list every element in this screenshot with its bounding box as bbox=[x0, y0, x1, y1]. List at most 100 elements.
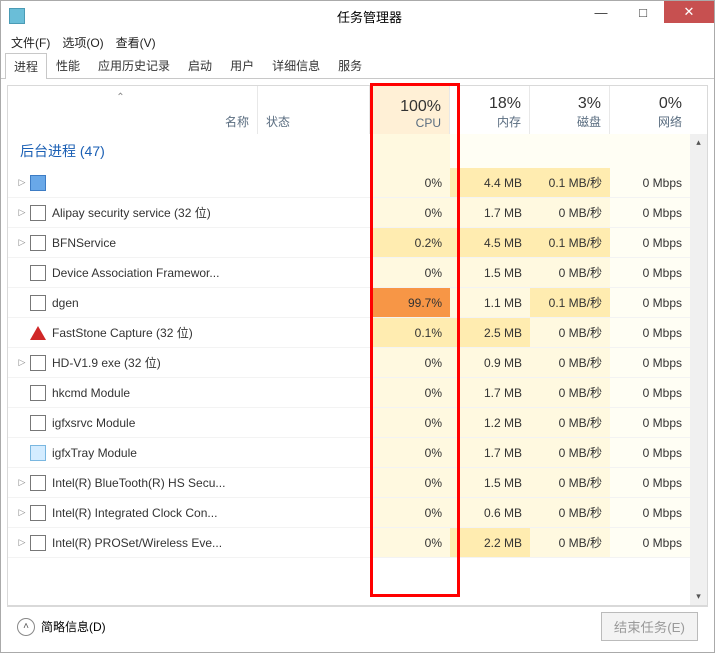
table-row[interactable]: Device Association Framewor...0%1.5 MB0 … bbox=[8, 258, 707, 288]
expand-icon[interactable]: ▷ bbox=[16, 477, 28, 488]
tab-app-history[interactable]: 应用历史记录 bbox=[89, 52, 179, 78]
cell-status bbox=[258, 258, 370, 288]
cell-status bbox=[258, 168, 370, 198]
process-icon bbox=[30, 265, 46, 281]
rows-body[interactable]: 后台进程 (47) ▷0%4.4 MB0.1 MB/秒0 Mbps▷Alipay… bbox=[8, 134, 707, 605]
cell-network: 0 Mbps bbox=[610, 438, 690, 468]
minimize-button[interactable]: — bbox=[580, 1, 622, 23]
process-name: hkcmd Module bbox=[52, 386, 130, 400]
process-icon bbox=[30, 355, 46, 371]
group-row[interactable]: 后台进程 (47) bbox=[8, 134, 707, 168]
cell-status bbox=[258, 408, 370, 438]
table-row[interactable]: ▷0%4.4 MB0.1 MB/秒0 Mbps bbox=[8, 168, 707, 198]
cell-status bbox=[258, 438, 370, 468]
disk-label: 磁盘 bbox=[538, 113, 601, 130]
col-memory[interactable]: 18% 内存 bbox=[450, 86, 530, 134]
col-status[interactable]: 状态 bbox=[258, 86, 370, 134]
tab-performance[interactable]: 性能 bbox=[47, 52, 89, 78]
expand-icon[interactable]: ▷ bbox=[16, 357, 28, 368]
process-icon bbox=[30, 415, 46, 431]
expand-icon[interactable]: ▷ bbox=[16, 207, 28, 218]
cell-network: 0 Mbps bbox=[610, 318, 690, 348]
col-disk[interactable]: 3% 磁盘 bbox=[530, 86, 610, 134]
cell-network: 0 Mbps bbox=[610, 528, 690, 558]
process-name: igfxTray Module bbox=[52, 446, 137, 460]
process-name: dgen bbox=[52, 296, 79, 310]
mem-pct: 18% bbox=[458, 95, 521, 113]
table-row[interactable]: dgen99.7%1.1 MB0.1 MB/秒0 Mbps bbox=[8, 288, 707, 318]
process-name: Intel(R) BlueTooth(R) HS Secu... bbox=[52, 476, 225, 490]
scroll-up-icon[interactable]: ▴ bbox=[690, 134, 707, 151]
disk-pct: 3% bbox=[538, 95, 601, 113]
col-name[interactable]: ⌃ 名称 bbox=[8, 86, 258, 134]
maximize-button[interactable]: □ bbox=[622, 1, 664, 23]
menu-view[interactable]: 查看(V) bbox=[112, 34, 160, 51]
table-row[interactable]: FastStone Capture (32 位)0.1%2.5 MB0 MB/秒… bbox=[8, 318, 707, 348]
mem-label: 内存 bbox=[458, 113, 521, 130]
scroll-down-icon[interactable]: ▾ bbox=[690, 588, 707, 605]
cell-name: Device Association Framewor... bbox=[8, 258, 258, 288]
table-row[interactable]: igfxsrvc Module0%1.2 MB0 MB/秒0 Mbps bbox=[8, 408, 707, 438]
table-row[interactable]: ▷HD-V1.9 exe (32 位)0%0.9 MB0 MB/秒0 Mbps bbox=[8, 348, 707, 378]
cell-disk: 0 MB/秒 bbox=[530, 258, 610, 288]
cell-name: igfxsrvc Module bbox=[8, 408, 258, 438]
chevron-up-icon: ˄ bbox=[17, 618, 35, 636]
cpu-pct: 100% bbox=[378, 98, 441, 116]
table-row[interactable]: igfxTray Module0%1.7 MB0 MB/秒0 Mbps bbox=[8, 438, 707, 468]
cell-network: 0 Mbps bbox=[610, 258, 690, 288]
tabbar: 进程 性能 应用历史记录 启动 用户 详细信息 服务 bbox=[1, 53, 714, 79]
cell-network: 0 Mbps bbox=[610, 288, 690, 318]
process-grid: ⌃ 名称 状态 100% CPU 18% 内存 3% 磁盘 bbox=[7, 85, 708, 606]
tab-startup[interactable]: 启动 bbox=[179, 52, 221, 78]
table-row[interactable]: ▷BFNService0.2%4.5 MB0.1 MB/秒0 Mbps bbox=[8, 228, 707, 258]
col-network[interactable]: 0% 网络 bbox=[610, 86, 690, 134]
cell-memory: 0.9 MB bbox=[450, 348, 530, 378]
cell-status bbox=[258, 528, 370, 558]
cell-network: 0 Mbps bbox=[610, 468, 690, 498]
cell-disk: 0 MB/秒 bbox=[530, 198, 610, 228]
table-row[interactable]: ▷Intel(R) BlueTooth(R) HS Secu...0%1.5 M… bbox=[8, 468, 707, 498]
column-headers: ⌃ 名称 状态 100% CPU 18% 内存 3% 磁盘 bbox=[8, 86, 707, 134]
process-name: Alipay security service (32 位) bbox=[52, 204, 211, 221]
table-row[interactable]: ▷Alipay security service (32 位)0%1.7 MB0… bbox=[8, 198, 707, 228]
col-status-label: 状态 bbox=[266, 113, 361, 130]
expand-icon[interactable]: ▷ bbox=[16, 177, 28, 188]
fewer-details-button[interactable]: ˄ 简略信息(D) bbox=[17, 618, 106, 636]
cell-name: ▷HD-V1.9 exe (32 位) bbox=[8, 348, 258, 378]
menu-options[interactable]: 选项(O) bbox=[58, 34, 107, 51]
process-icon bbox=[30, 475, 46, 491]
table-row[interactable]: ▷Intel(R) PROSet/Wireless Eve...0%2.2 MB… bbox=[8, 528, 707, 558]
cell-cpu: 0% bbox=[370, 258, 450, 288]
cell-network: 0 Mbps bbox=[610, 198, 690, 228]
titlebar[interactable]: 任务管理器 — □ ✕ bbox=[1, 1, 714, 31]
cell-disk: 0 MB/秒 bbox=[530, 318, 610, 348]
process-icon bbox=[30, 175, 46, 191]
cell-disk: 0 MB/秒 bbox=[530, 378, 610, 408]
col-cpu[interactable]: 100% CPU bbox=[370, 86, 450, 134]
process-icon bbox=[30, 445, 46, 461]
tab-details[interactable]: 详细信息 bbox=[263, 52, 329, 78]
cell-cpu: 0% bbox=[370, 168, 450, 198]
cell-network: 0 Mbps bbox=[610, 408, 690, 438]
tab-processes[interactable]: 进程 bbox=[5, 53, 47, 79]
fewer-details-label: 简略信息(D) bbox=[41, 618, 106, 635]
menubar: 文件(F) 选项(O) 查看(V) bbox=[1, 31, 714, 53]
cell-name: FastStone Capture (32 位) bbox=[8, 318, 258, 348]
tab-users[interactable]: 用户 bbox=[221, 52, 263, 78]
process-icon bbox=[30, 325, 46, 341]
cell-memory: 1.5 MB bbox=[450, 258, 530, 288]
menu-file[interactable]: 文件(F) bbox=[7, 34, 54, 51]
cell-cpu: 0% bbox=[370, 498, 450, 528]
table-row[interactable]: ▷Intel(R) Integrated Clock Con...0%0.6 M… bbox=[8, 498, 707, 528]
cell-memory: 2.5 MB bbox=[450, 318, 530, 348]
expand-icon[interactable]: ▷ bbox=[16, 537, 28, 548]
table-row[interactable]: hkcmd Module0%1.7 MB0 MB/秒0 Mbps bbox=[8, 378, 707, 408]
scrollbar[interactable]: ▴ ▾ bbox=[690, 134, 707, 605]
tab-services[interactable]: 服务 bbox=[329, 52, 371, 78]
process-name: igfxsrvc Module bbox=[52, 416, 135, 430]
end-task-button[interactable]: 结束任务(E) bbox=[601, 612, 698, 641]
close-button[interactable]: ✕ bbox=[664, 1, 714, 23]
cell-memory: 0.6 MB bbox=[450, 498, 530, 528]
expand-icon[interactable]: ▷ bbox=[16, 237, 28, 248]
expand-icon[interactable]: ▷ bbox=[16, 507, 28, 518]
